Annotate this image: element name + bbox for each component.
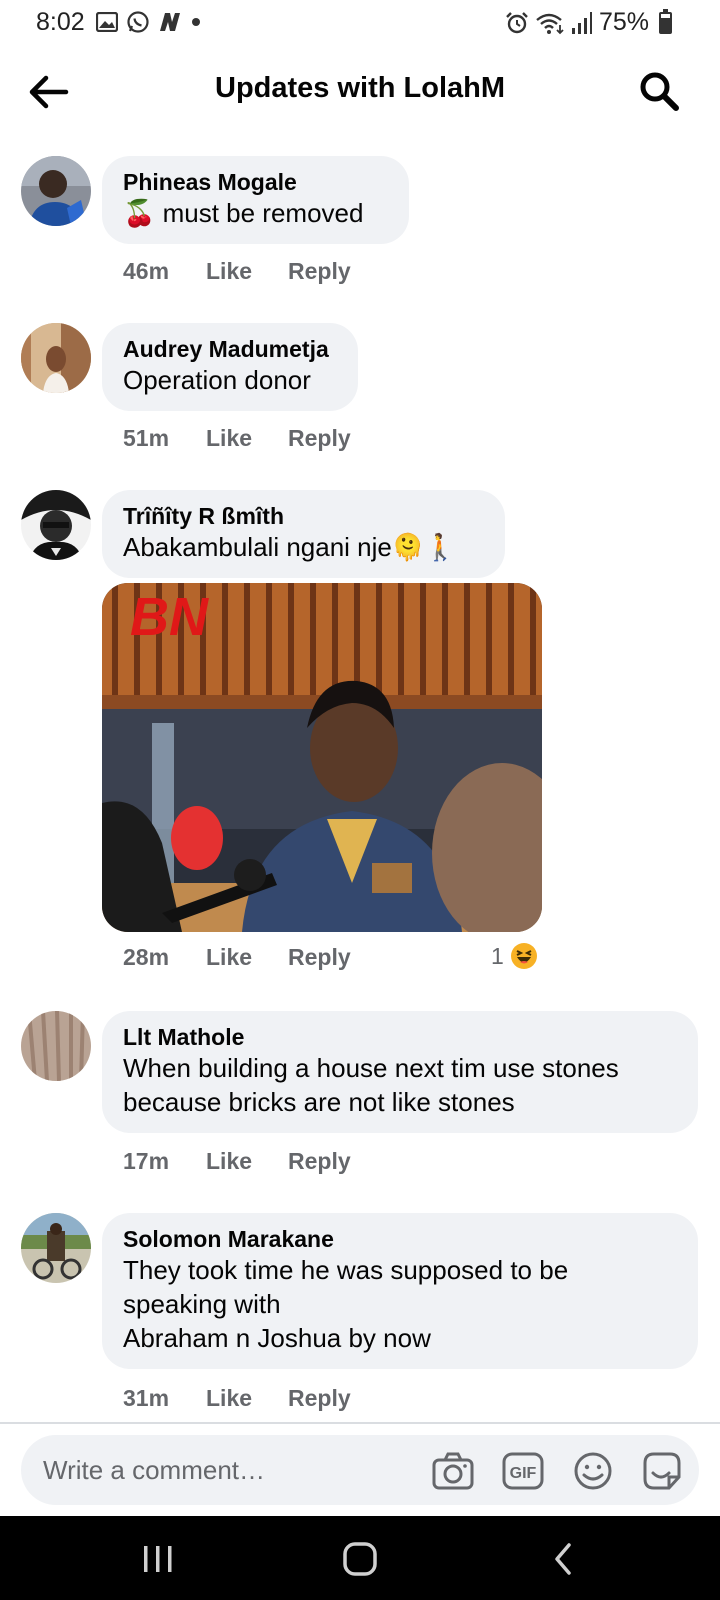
- comment-bubble[interactable]: Trîñîty R ßmîth Abakambulali ngani nje🫠🚶: [102, 490, 505, 578]
- gif-icon[interactable]: GIF: [502, 1451, 544, 1491]
- like-button[interactable]: Like: [206, 425, 288, 452]
- emoji-icon[interactable]: [572, 1451, 614, 1491]
- battery-icon: [659, 8, 672, 34]
- comment-text: Abakambulali ngani nje🫠🚶: [123, 532, 457, 562]
- comment-text-line: speaking with: [123, 1289, 281, 1319]
- system-navigation-bar: [0, 1516, 720, 1600]
- comment-author[interactable]: Phineas Mogale: [123, 168, 389, 196]
- comment-time: 31m: [123, 1385, 170, 1411]
- comment-time: 51m: [123, 425, 170, 451]
- comment-author[interactable]: Llt Mathole: [123, 1023, 678, 1051]
- reaction-count: 1: [491, 942, 504, 969]
- reply-button[interactable]: Reply: [288, 944, 351, 971]
- reply-button[interactable]: Reply: [288, 258, 351, 285]
- camera-icon[interactable]: [432, 1451, 474, 1491]
- wifi-icon: [536, 13, 564, 34]
- comment-author[interactable]: Audrey Madumetja: [123, 335, 338, 363]
- svg-text:GIF: GIF: [510, 1465, 537, 1482]
- comment-bubble[interactable]: Llt Mathole When building a house next t…: [102, 1011, 698, 1133]
- status-time: 8:02: [36, 8, 85, 36]
- home-icon[interactable]: [341, 1542, 381, 1576]
- avatar[interactable]: [21, 323, 91, 393]
- app-header: Updates with LolahM: [0, 46, 720, 136]
- comment-text-line: When building a house next tim use stone…: [123, 1053, 619, 1083]
- comment-input[interactable]: Write a comment…: [43, 1455, 265, 1486]
- comment-author[interactable]: Trîñîty R ßmîth: [123, 502, 485, 530]
- sticker-icon[interactable]: [641, 1451, 683, 1491]
- comment-actions: 46m Like Reply: [123, 258, 351, 285]
- comment-text-line: Abraham n Joshua by now: [123, 1323, 431, 1353]
- comment-actions: 28m Like Reply: [123, 944, 351, 971]
- avatar[interactable]: [21, 490, 91, 560]
- comment-bubble[interactable]: Phineas Mogale 🍒 must be removed: [102, 156, 409, 244]
- status-bar: 8:02 75%: [0, 0, 720, 46]
- comment-bubble[interactable]: Audrey Madumetja Operation donor: [102, 323, 358, 411]
- n-app-icon: [160, 13, 180, 31]
- signal-icon: [571, 11, 592, 34]
- like-button[interactable]: Like: [206, 258, 288, 285]
- like-button[interactable]: Like: [206, 1385, 288, 1412]
- reply-button[interactable]: Reply: [288, 1148, 351, 1175]
- comment-text-line: They took time he was supposed to be: [123, 1255, 569, 1285]
- dot-icon: [192, 18, 200, 26]
- avatar[interactable]: [21, 1011, 91, 1081]
- comment-time: 28m: [123, 944, 170, 970]
- page-title: Updates with LolahM: [215, 72, 505, 104]
- comment-text: 🍒 must be removed: [123, 198, 364, 228]
- search-icon[interactable]: [638, 70, 680, 112]
- comment-text: Operation donor: [123, 365, 311, 395]
- composer-divider: [0, 1422, 720, 1424]
- comment-actions: 17m Like Reply: [123, 1148, 351, 1175]
- haha-reaction-icon: [510, 943, 537, 969]
- comment-time: 46m: [123, 258, 170, 284]
- comment-actions: 51m Like Reply: [123, 425, 351, 452]
- gallery-icon: [96, 12, 118, 32]
- like-button[interactable]: Like: [206, 944, 288, 971]
- comment-author[interactable]: Solomon Marakane: [123, 1225, 678, 1253]
- reply-button[interactable]: Reply: [288, 1385, 351, 1412]
- battery-percent: 75%: [598, 8, 649, 36]
- comment-attached-image[interactable]: BN: [102, 583, 542, 932]
- comment-time: 17m: [123, 1148, 170, 1174]
- image-logo: BN: [130, 587, 209, 647]
- like-button[interactable]: Like: [206, 1148, 288, 1175]
- avatar[interactable]: [21, 1213, 91, 1283]
- comment-actions: 31m Like Reply: [123, 1385, 351, 1412]
- reaction-summary[interactable]: 1: [491, 942, 538, 970]
- status-notification-icons: [96, 10, 202, 34]
- reply-button[interactable]: Reply: [288, 425, 351, 452]
- avatar[interactable]: [21, 156, 91, 226]
- recent-apps-icon[interactable]: [138, 1542, 178, 1576]
- status-system-icons: 75%: [505, 8, 672, 37]
- alarm-icon: [506, 11, 528, 33]
- back-nav-icon[interactable]: [545, 1542, 585, 1576]
- comment-bubble[interactable]: Solomon Marakane They took time he was s…: [102, 1213, 698, 1369]
- comment-text-line: because bricks are not like stones: [123, 1087, 515, 1117]
- comment-composer[interactable]: Write a comment… GIF: [21, 1435, 699, 1505]
- whatsapp-icon: [127, 11, 149, 33]
